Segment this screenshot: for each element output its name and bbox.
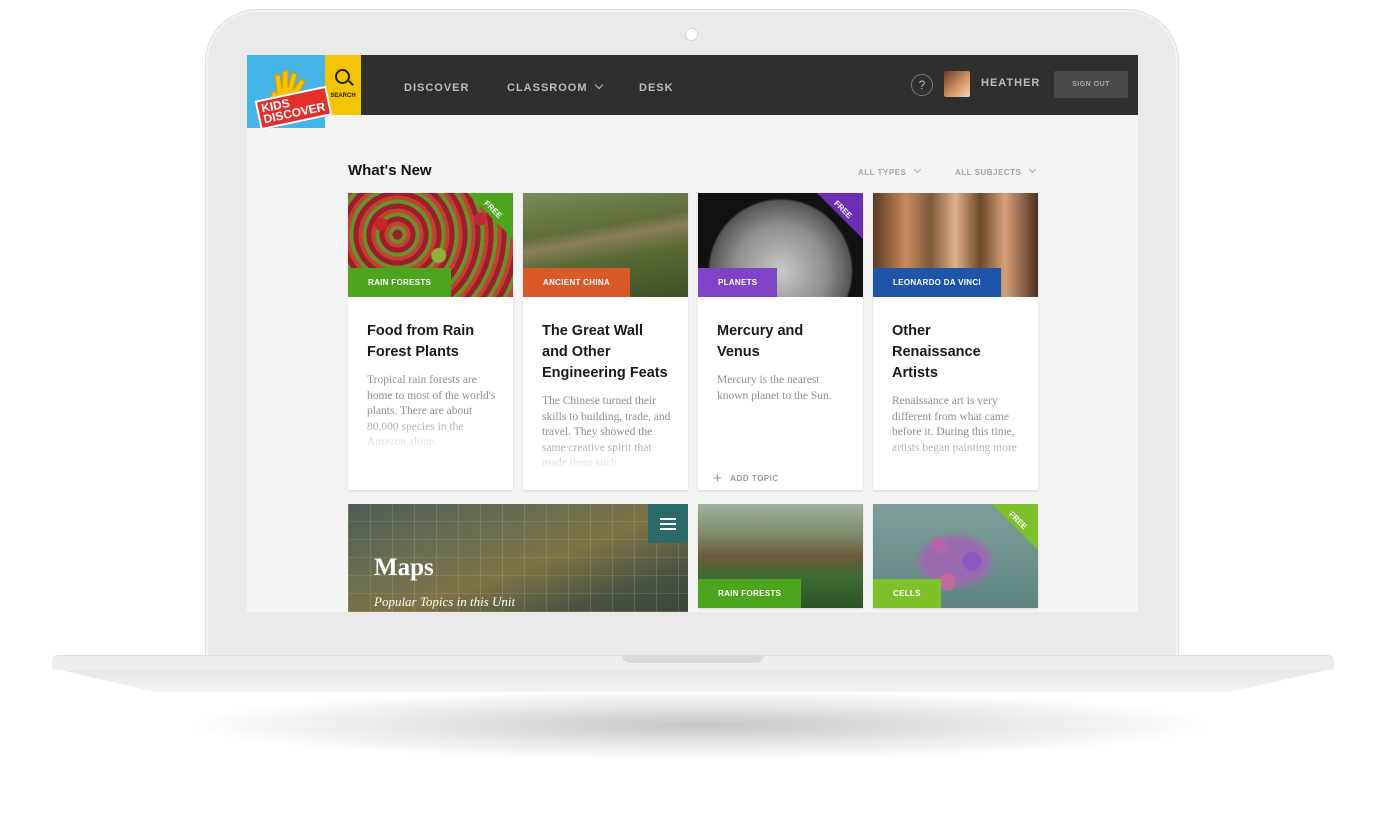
search-icon bbox=[335, 69, 350, 84]
app-screen: SEARCH DISCOVER CLASSROOM DESK ? HEATHER… bbox=[247, 55, 1138, 612]
list-view-button[interactable] bbox=[648, 504, 688, 543]
card-title[interactable]: Other Renaissance Artists bbox=[892, 321, 1022, 384]
category-tag[interactable]: RAIN FORESTS bbox=[698, 579, 802, 608]
laptop-camera bbox=[685, 28, 698, 41]
nav-classroom-label: CLASSROOM bbox=[507, 82, 588, 94]
filter-all-types[interactable]: ALL TYPES bbox=[858, 165, 922, 177]
section-title: What's New bbox=[348, 162, 432, 179]
filter-all-types-label: ALL TYPES bbox=[858, 168, 907, 177]
nav-desk[interactable]: DESK bbox=[639, 82, 674, 94]
chevron-down-icon bbox=[594, 80, 603, 90]
category-tag[interactable]: ANCIENT CHINA bbox=[523, 268, 631, 297]
topic-card[interactable]: LEONARDO DA VINCI Other Renaissance Arti… bbox=[873, 193, 1038, 490]
topic-card[interactable]: ANCIENT CHINA The Great Wall and Other E… bbox=[523, 193, 688, 490]
top-navigation-bar: SEARCH DISCOVER CLASSROOM DESK ? HEATHER… bbox=[247, 55, 1138, 115]
card-description: Tropical rain forests are home to most o… bbox=[367, 374, 496, 448]
card-title[interactable]: Mercury and Venus bbox=[717, 321, 847, 363]
laptop-base-bottom bbox=[52, 668, 1334, 692]
search-button[interactable]: SEARCH bbox=[325, 55, 361, 115]
unit-subtitle: Popular Topics in this Unit bbox=[374, 594, 516, 609]
add-topic-button[interactable]: + ADD TOPIC bbox=[713, 468, 779, 487]
category-tag[interactable]: RAIN FORESTS bbox=[348, 268, 452, 297]
sign-out-button[interactable]: SIGN OUT bbox=[1054, 71, 1128, 98]
chevron-down-icon bbox=[1029, 165, 1037, 174]
search-label: SEARCH bbox=[330, 93, 356, 99]
help-button[interactable]: ? bbox=[911, 74, 933, 96]
filter-all-subjects-label: ALL SUBJECTS bbox=[955, 168, 1022, 177]
chevron-down-icon bbox=[914, 165, 922, 174]
topic-card[interactable]: RAIN FORESTS bbox=[698, 504, 863, 608]
topic-card[interactable]: FREE RAIN FORESTS Food from Rain Forest … bbox=[348, 193, 513, 490]
card-description: The Chinese turned their skills to build… bbox=[542, 395, 671, 469]
card-description: Mercury is the nearest known planet to t… bbox=[717, 374, 832, 402]
topic-card[interactable]: FREE CELLS bbox=[873, 504, 1038, 608]
category-tag[interactable]: PLANETS bbox=[698, 268, 778, 297]
user-avatar[interactable] bbox=[944, 71, 970, 97]
laptop-shadow bbox=[180, 690, 1220, 760]
laptop-notch bbox=[622, 655, 764, 663]
unit-title: Maps bbox=[374, 554, 434, 581]
card-title[interactable]: Food from Rain Forest Plants bbox=[367, 321, 497, 363]
user-name[interactable]: HEATHER bbox=[981, 77, 1040, 89]
kids-discover-logo[interactable]: KIDS DISCOVER bbox=[247, 55, 332, 131]
card-title[interactable]: The Great Wall and Other Engineering Fea… bbox=[542, 321, 672, 384]
nav-classroom[interactable]: CLASSROOM bbox=[507, 80, 603, 94]
plus-icon: + bbox=[713, 470, 723, 487]
card-description: Renaissance art is very different from w… bbox=[892, 395, 1017, 454]
unit-banner-maps[interactable]: Maps Popular Topics in this Unit bbox=[348, 504, 688, 612]
nav-discover[interactable]: DISCOVER bbox=[404, 82, 469, 94]
topic-card[interactable]: FREE PLANETS Mercury and Venus Mercury i… bbox=[698, 193, 863, 490]
category-tag[interactable]: CELLS bbox=[873, 579, 941, 608]
add-topic-label: ADD TOPIC bbox=[730, 474, 779, 483]
category-tag[interactable]: LEONARDO DA VINCI bbox=[873, 268, 1001, 297]
filter-all-subjects[interactable]: ALL SUBJECTS bbox=[955, 165, 1037, 177]
